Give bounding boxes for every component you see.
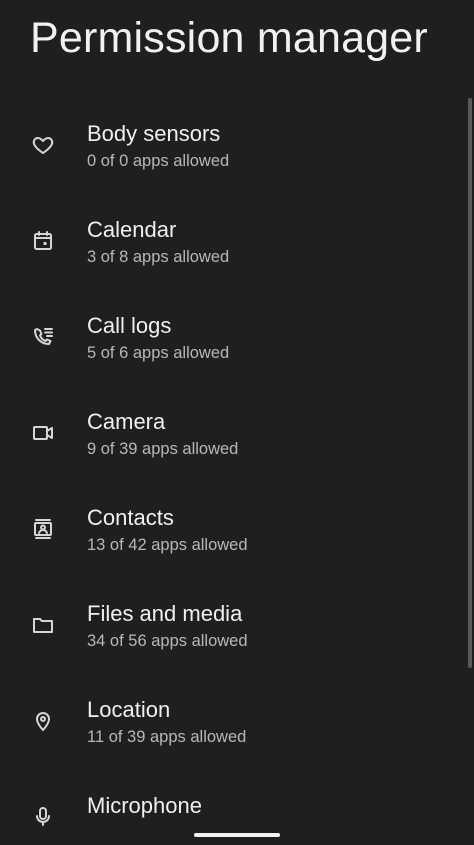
permission-item-call-logs[interactable]: Call logs 5 of 6 apps allowed <box>0 290 474 386</box>
permission-label: Calendar <box>87 217 177 242</box>
camera-icon <box>30 420 56 446</box>
permission-label: Files and media <box>87 601 243 626</box>
permission-list: Body sensors 0 of 0 apps allowed Calenda… <box>0 98 474 845</box>
microphone-icon <box>30 804 56 830</box>
calendar-icon <box>30 228 56 254</box>
permission-status: 34 of 56 apps allowed <box>87 632 248 650</box>
permission-label: Camera <box>87 409 166 434</box>
permission-status: 9 of 39 apps allowed <box>87 440 239 458</box>
permission-label: Body sensors <box>87 121 221 146</box>
call-log-icon <box>30 324 56 350</box>
permission-label: Location <box>87 697 171 722</box>
folder-icon <box>30 612 56 638</box>
heart-icon <box>30 132 56 158</box>
permission-item-location[interactable]: Location 11 of 39 apps allowed <box>0 674 474 770</box>
permission-status: 5 of 6 apps allowed <box>87 344 230 362</box>
permission-status: 11 of 39 apps allowed <box>87 728 247 746</box>
permission-item-camera[interactable]: Camera 9 of 39 apps allowed <box>0 386 474 482</box>
contacts-icon <box>30 516 56 542</box>
permission-item-contacts[interactable]: Contacts 13 of 42 apps allowed <box>0 482 474 578</box>
permission-status: 0 of 0 apps allowed <box>87 152 230 170</box>
permission-status: 13 of 42 apps allowed <box>87 536 248 554</box>
permission-item-calendar[interactable]: Calendar 3 of 8 apps allowed <box>0 194 474 290</box>
permission-item-body-sensors[interactable]: Body sensors 0 of 0 apps allowed <box>0 98 474 194</box>
permission-status: 3 of 8 apps allowed <box>87 248 230 266</box>
permission-item-files-and-media[interactable]: Files and media 34 of 56 apps allowed <box>0 578 474 674</box>
permission-label: Contacts <box>87 505 174 530</box>
location-pin-icon <box>30 708 56 734</box>
permission-label: Microphone <box>87 793 202 818</box>
gesture-nav-handle[interactable] <box>194 833 280 837</box>
page-title: Permission manager <box>30 14 428 62</box>
permission-label: Call logs <box>87 313 172 338</box>
permission-manager-screen: Permission manager Body sensors 0 of 0 a… <box>0 0 474 845</box>
